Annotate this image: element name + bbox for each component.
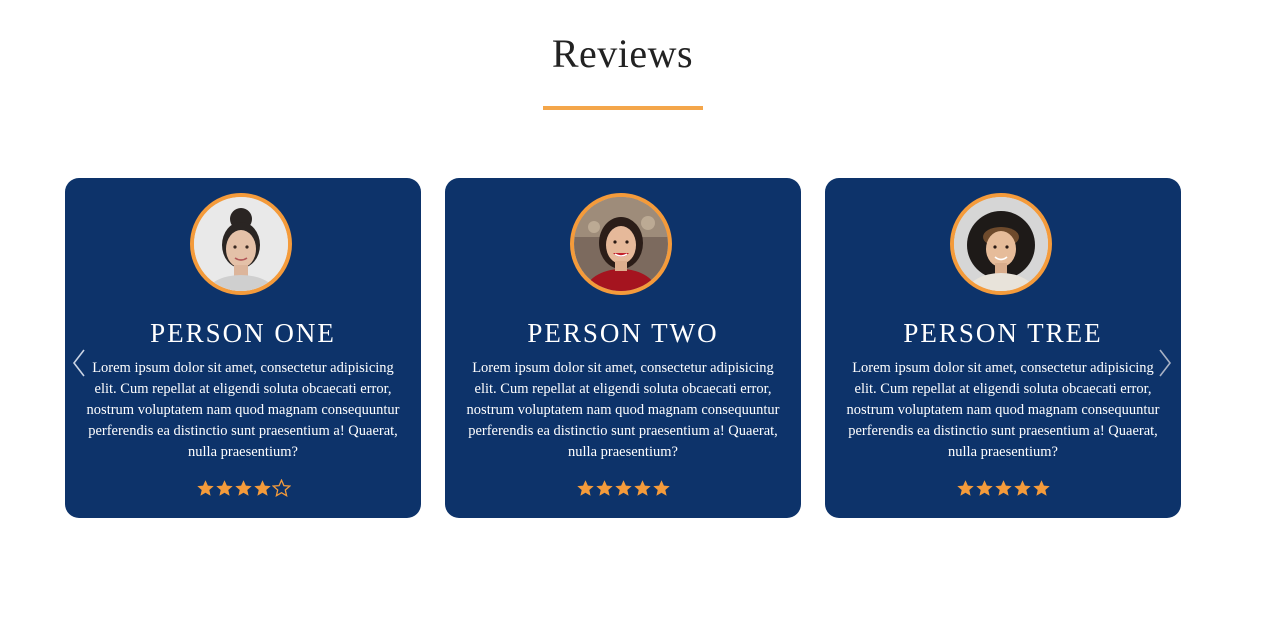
reviews-section: Reviews PERSON ONE Lorem ipsum dolor sit… bbox=[0, 0, 1275, 626]
star-filled-icon bbox=[1013, 480, 1031, 496]
star-rating bbox=[65, 479, 421, 497]
star-filled-icon bbox=[576, 480, 594, 496]
review-text: Lorem ipsum dolor sit amet, consectetur … bbox=[466, 360, 780, 460]
star-filled-icon bbox=[956, 480, 974, 496]
star-filled-icon bbox=[253, 480, 271, 496]
review-card-3: PERSON TREE Lorem ipsum dolor sit amet, … bbox=[825, 178, 1181, 518]
review-text: Lorem ipsum dolor sit amet, consectetur … bbox=[86, 360, 400, 460]
avatar-person-two bbox=[570, 193, 672, 295]
star-filled-icon bbox=[234, 480, 252, 496]
star-filled-icon bbox=[595, 480, 613, 496]
chevron-right-icon[interactable] bbox=[1157, 348, 1173, 378]
person-name: PERSON ONE bbox=[150, 318, 336, 348]
star-rating bbox=[825, 479, 1181, 497]
star-filled-icon bbox=[196, 480, 214, 496]
review-text: Lorem ipsum dolor sit amet, consectetur … bbox=[846, 360, 1160, 460]
person-name: PERSON TREE bbox=[903, 318, 1103, 348]
avatar-person-one bbox=[190, 193, 292, 295]
star-filled-icon bbox=[633, 480, 651, 496]
star-filled-icon bbox=[994, 480, 1012, 496]
review-card-2: PERSON TWO Lorem ipsum dolor sit amet, c… bbox=[445, 178, 801, 518]
star-empty-icon bbox=[271, 479, 291, 497]
chevron-left-icon[interactable] bbox=[71, 348, 87, 378]
review-card-1: PERSON ONE Lorem ipsum dolor sit amet, c… bbox=[65, 178, 421, 518]
star-filled-icon bbox=[1032, 480, 1050, 496]
star-filled-icon bbox=[614, 480, 632, 496]
section-title: Reviews bbox=[551, 31, 694, 76]
avatar-person-three bbox=[950, 193, 1052, 295]
star-rating bbox=[445, 479, 801, 497]
star-filled-icon bbox=[652, 480, 670, 496]
title-underline bbox=[543, 106, 703, 110]
person-name: PERSON TWO bbox=[527, 318, 719, 348]
star-filled-icon bbox=[975, 480, 993, 496]
star-filled-icon bbox=[215, 480, 233, 496]
